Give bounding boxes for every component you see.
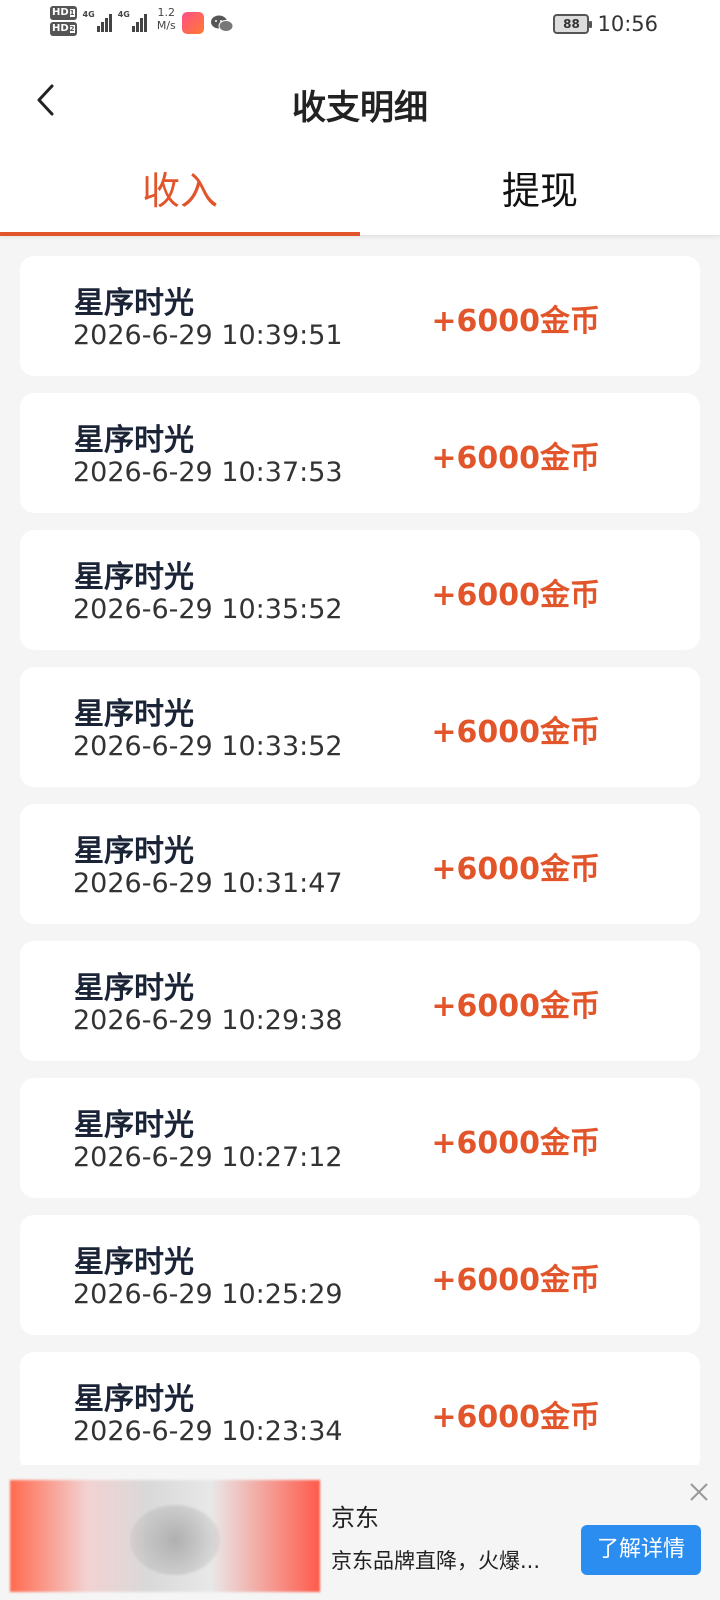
record-time: 2026-6-29 10:25:29 bbox=[73, 1279, 343, 1310]
ad-learn-more-button[interactable]: 了解详情 bbox=[581, 1525, 701, 1575]
record-time: 2026-6-29 10:37:53 bbox=[73, 457, 343, 488]
status-bar-left: HD1 HD2 4G 4G 1.2 M/s bbox=[50, 6, 234, 36]
record-card[interactable]: 星序时光 2026-6-29 10:35:52 +6000金币 bbox=[20, 530, 700, 650]
clock: 10:56 bbox=[597, 12, 658, 36]
active-tab-indicator bbox=[0, 232, 360, 236]
record-title: 星序时光 bbox=[74, 834, 194, 869]
record-card[interactable]: 星序时光 2026-6-29 10:29:38 +6000金币 bbox=[20, 941, 700, 1061]
record-amount: +6000金币 bbox=[431, 1400, 600, 1435]
record-time: 2026-6-29 10:29:38 bbox=[73, 1005, 343, 1036]
record-card[interactable]: 星序时光 2026-6-29 10:25:29 +6000金币 bbox=[20, 1215, 700, 1335]
record-card[interactable]: 星序时光 2026-6-29 10:27:12 +6000金币 bbox=[20, 1078, 700, 1198]
ad-image[interactable] bbox=[10, 1480, 320, 1592]
tab-withdraw[interactable]: 提现 bbox=[360, 150, 720, 236]
hd-indicators: HD1 HD2 bbox=[50, 6, 77, 36]
status-bar: HD1 HD2 4G 4G 1.2 M/s 88 10:56 bbox=[0, 0, 720, 50]
status-bar-right: 88 10:56 bbox=[553, 12, 658, 36]
record-card[interactable]: 星序时光 2026-6-29 10:23:34 +6000金币 bbox=[20, 1352, 700, 1472]
page-title: 收支明细 bbox=[292, 88, 428, 128]
record-amount: +6000金币 bbox=[431, 715, 600, 750]
record-amount: +6000金币 bbox=[431, 989, 600, 1024]
tab-income[interactable]: 收入 bbox=[0, 150, 360, 236]
record-time: 2026-6-29 10:31:47 bbox=[73, 868, 343, 899]
network-speed: 1.2 M/s bbox=[156, 6, 176, 32]
record-title: 星序时光 bbox=[74, 423, 194, 458]
close-icon[interactable] bbox=[688, 1481, 710, 1503]
record-title: 星序时光 bbox=[74, 697, 194, 732]
ad-brand: 京东 bbox=[331, 1504, 379, 1532]
battery-level: 88 bbox=[563, 17, 580, 31]
ad-description: 京东品牌直降，火爆... bbox=[331, 1549, 541, 1573]
record-title: 星序时光 bbox=[74, 286, 194, 321]
hd-badge-2: HD2 bbox=[50, 22, 77, 36]
hd-badge-1: HD1 bbox=[50, 6, 77, 20]
record-amount: +6000金币 bbox=[431, 1126, 600, 1161]
record-time: 2026-6-29 10:35:52 bbox=[73, 594, 343, 625]
record-title: 星序时光 bbox=[74, 560, 194, 595]
record-card[interactable]: 星序时光 2026-6-29 10:37:53 +6000金币 bbox=[20, 393, 700, 513]
battery-icon: 88 bbox=[553, 14, 593, 34]
record-card[interactable]: 星序时光 2026-6-29 10:33:52 +6000金币 bbox=[20, 667, 700, 787]
record-title: 星序时光 bbox=[74, 1108, 194, 1143]
record-amount: +6000金币 bbox=[431, 1263, 600, 1298]
record-amount: +6000金币 bbox=[431, 578, 600, 613]
record-time: 2026-6-29 10:23:34 bbox=[73, 1416, 343, 1447]
signal-icon: 4G bbox=[83, 6, 112, 32]
record-amount: +6000金币 bbox=[431, 441, 600, 476]
record-amount: +6000金币 bbox=[431, 304, 600, 339]
record-amount: +6000金币 bbox=[431, 852, 600, 887]
wechat-icon bbox=[210, 15, 234, 32]
record-card[interactable]: 星序时光 2026-6-29 10:39:51 +6000金币 bbox=[20, 256, 700, 376]
record-time: 2026-6-29 10:39:51 bbox=[73, 320, 343, 351]
app-notification-icon bbox=[181, 12, 204, 34]
ad-banner[interactable]: 京东 京东品牌直降，火爆... 了解详情 bbox=[0, 1465, 720, 1600]
record-title: 星序时光 bbox=[74, 1382, 194, 1417]
signal-icon-2: 4G bbox=[118, 6, 147, 32]
record-title: 星序时光 bbox=[74, 1245, 194, 1280]
income-record-list: 星序时光 2026-6-29 10:39:51 +6000金币 星序时光 202… bbox=[20, 256, 700, 1489]
tab-bar: 收入 提现 bbox=[0, 150, 720, 236]
record-time: 2026-6-29 10:33:52 bbox=[73, 731, 343, 762]
record-title: 星序时光 bbox=[74, 971, 194, 1006]
record-time: 2026-6-29 10:27:12 bbox=[73, 1142, 343, 1173]
app-header: 收支明细 bbox=[0, 50, 720, 150]
record-card[interactable]: 星序时光 2026-6-29 10:31:47 +6000金币 bbox=[20, 804, 700, 924]
